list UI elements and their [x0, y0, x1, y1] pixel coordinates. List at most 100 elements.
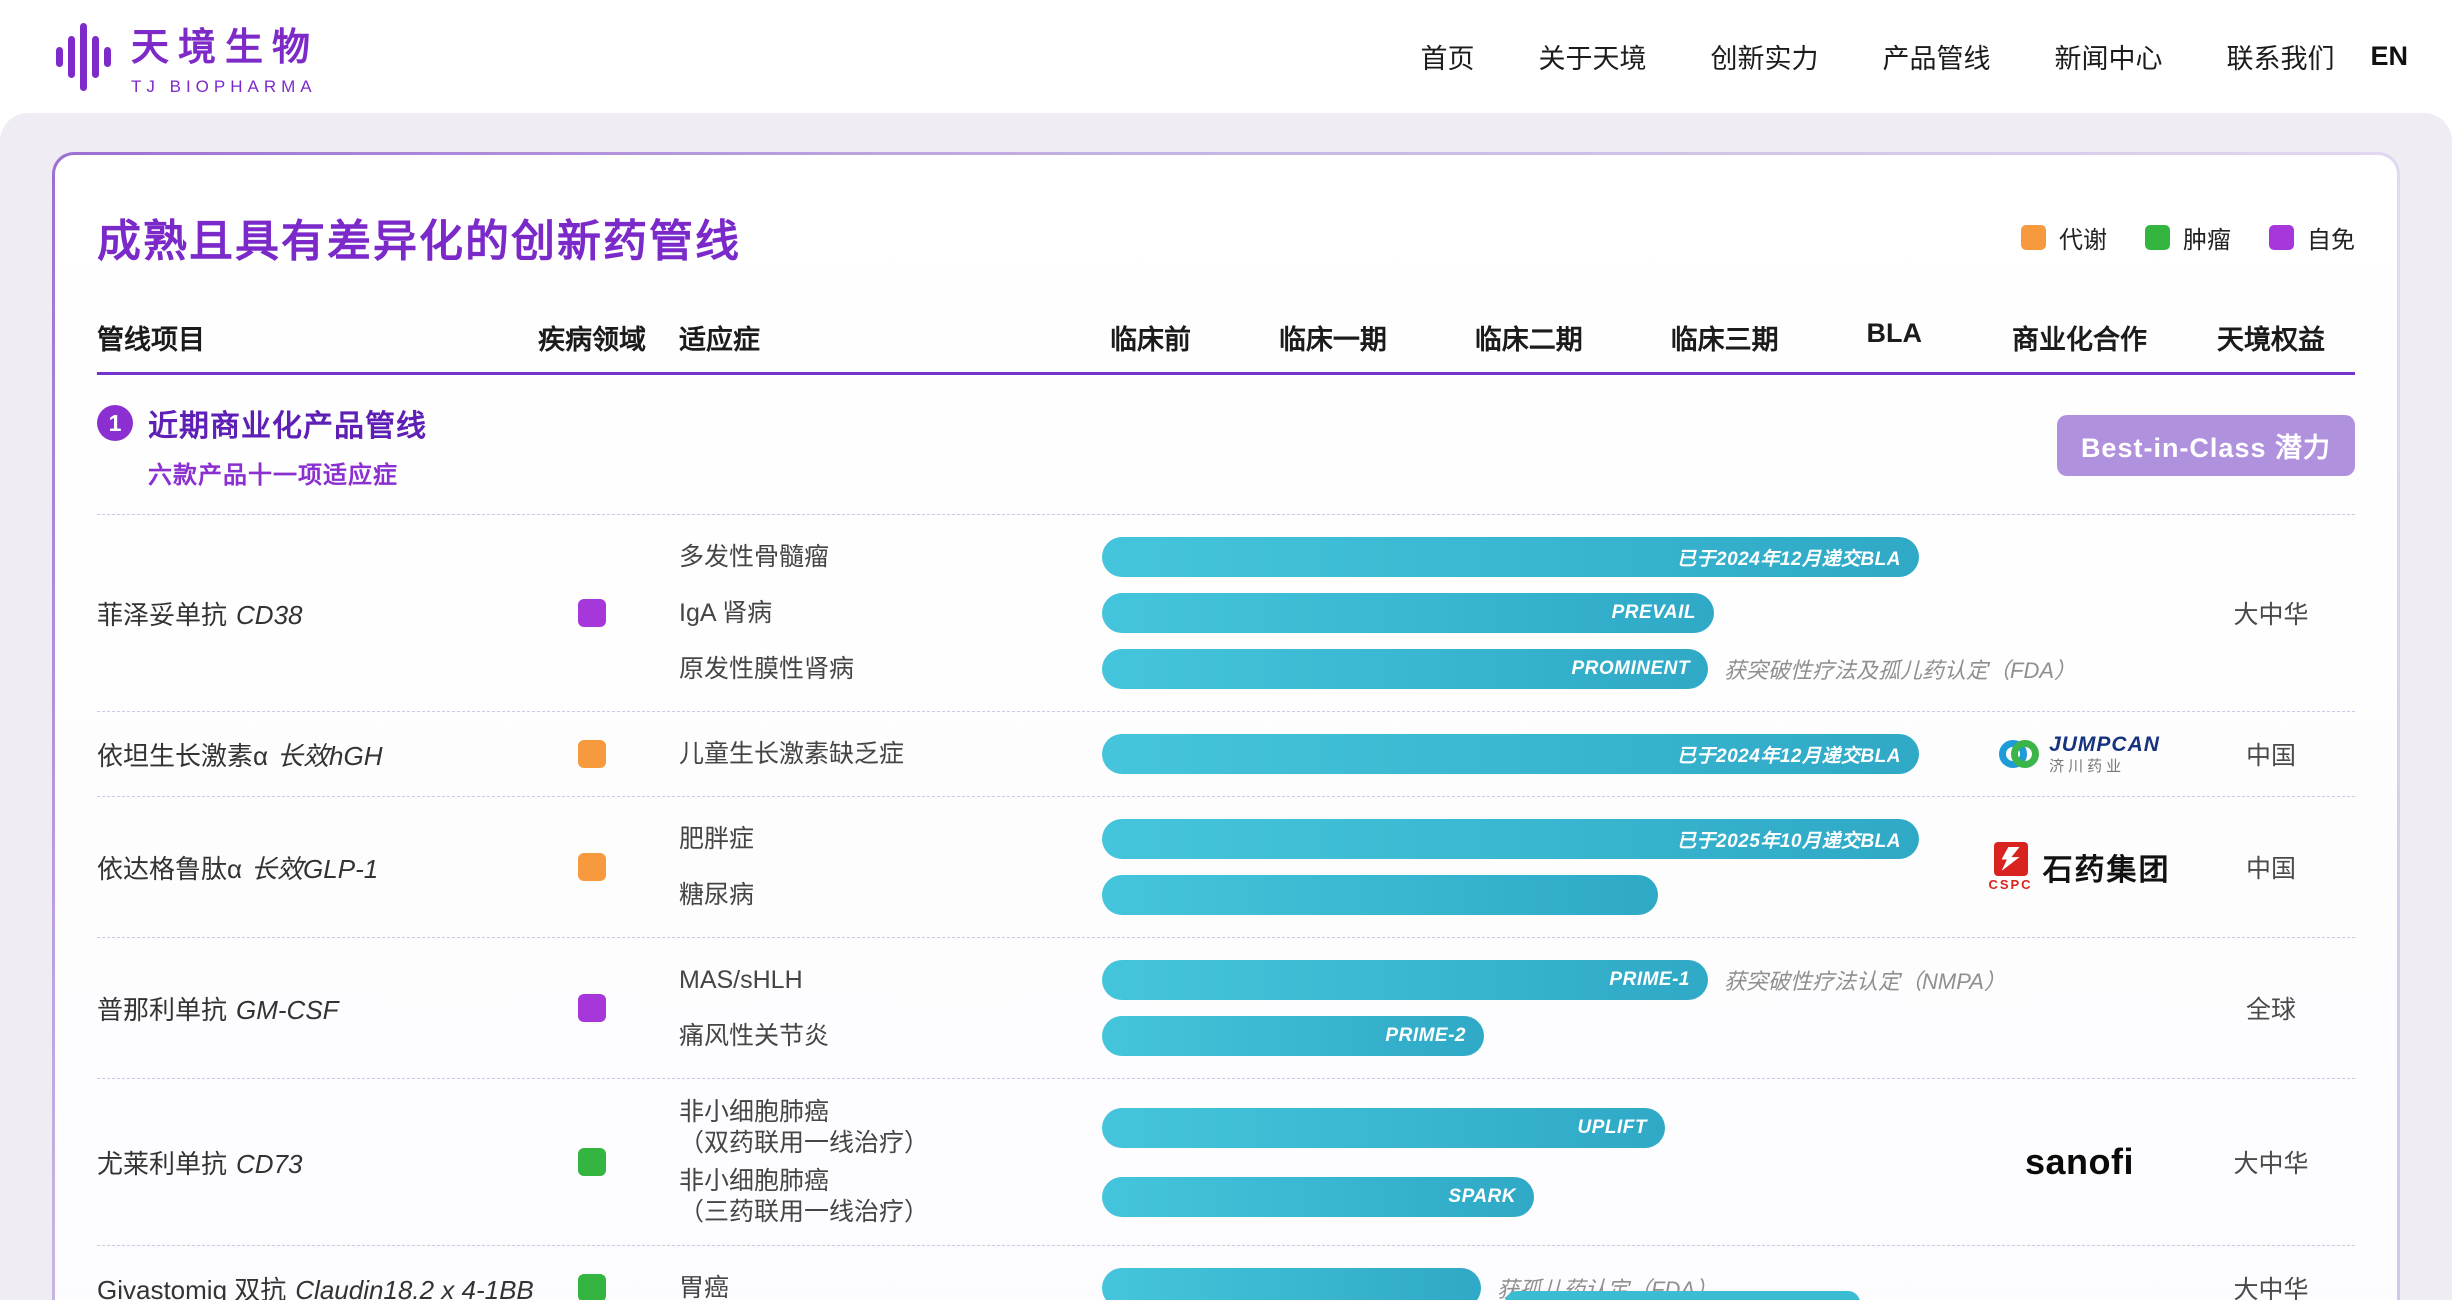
drug-name: 普那利单抗GM-CSF: [97, 990, 537, 1027]
disease-area-swatch-icon: [578, 1274, 606, 1300]
partner-cell: sanofi: [1972, 1141, 2187, 1183]
language-toggle[interactable]: EN: [2370, 41, 2408, 72]
column-header-rights: 天境权益: [2187, 318, 2355, 357]
disease-area-cell: [537, 853, 647, 881]
territory-rights: 中国: [2187, 849, 2355, 885]
phase-progress-bar: PRIME-1: [1102, 960, 1708, 1000]
best-in-class-badge: Best-in-Class 潜力: [2057, 415, 2355, 476]
indication-lines: MAS/sHLHPRIME-1获突破性疗法认定（NMPA）痛风性关节炎PRIME…: [647, 956, 1972, 1060]
indication-label: 原发性膜性肾病: [647, 654, 1102, 685]
territory-rights: 大中华: [2187, 1270, 2355, 1300]
indication-label: 儿童生长激素缺乏症: [647, 739, 1102, 770]
drug-name: 尤莱利单抗CD73: [97, 1144, 537, 1181]
pipeline-card-border: 成熟且具有差异化的创新药管线 代谢肿瘤自免 管线项目 疾病领域 适应症 临床前临…: [52, 152, 2400, 1300]
cspc-logo-text: 石药集团: [2043, 845, 2171, 889]
indication-line: 痛风性关节炎PRIME-2: [647, 1012, 1972, 1060]
site-header: 天境生物 TJ BIOPHARMA 首页 关于天境 创新实力 产品管线 新闻中心 联系我们…: [0, 0, 2452, 113]
phase-progress-bar: [1102, 875, 1658, 915]
nav-item-home[interactable]: 首页: [1420, 37, 1474, 76]
designation-note: 获突破性疗法及孤儿药认定（FDA）: [1724, 653, 2076, 685]
waveform-logo-icon: [56, 21, 111, 93]
phase-progress-bar: PREVAIL: [1102, 593, 1714, 633]
indication-line: 非小细胞肺癌（三药联用一线治疗）SPARK: [647, 1166, 1972, 1227]
phase-progress-bar: PROMINENT: [1102, 649, 1708, 689]
phase-progress-bar: SPARK: [1102, 1177, 1534, 1217]
card-title-row: 成熟且具有差异化的创新药管线 代谢 肿瘤 自免: [97, 155, 2355, 303]
header-nav-wrap: 首页 关于天境 创新实力 产品管线 新闻中心 联系我们 EN: [1420, 37, 2408, 76]
drug-target: GM-CSF: [236, 995, 339, 1025]
indication-lines: 多发性骨髓瘤已于2024年12月递交BLAIgA 肾病PREVAIL原发性膜性肾…: [647, 533, 1972, 693]
drug-target: 长效hGH: [277, 741, 382, 771]
section-subtitle: 六款产品十一项适应症: [148, 455, 427, 490]
legend-swatch-icon: [2021, 225, 2046, 250]
indication-label: 痛风性关节炎: [647, 1021, 1102, 1052]
phase-bar-zone: 已于2024年12月递交BLA: [1102, 734, 1972, 774]
legend-swatch-icon: [2145, 225, 2170, 250]
phase-progress-bar: [1102, 1268, 1481, 1300]
disease-area-swatch-icon: [578, 994, 606, 1022]
logo-name-cn: 天境生物: [131, 16, 319, 71]
company-logo[interactable]: 天境生物 TJ BIOPHARMA: [56, 16, 319, 97]
indication-lines: 儿童生长激素缺乏症已于2024年12月递交BLA: [647, 730, 1972, 778]
phase-bar-zone: 已于2025年10月递交BLA: [1102, 819, 1972, 859]
column-header-phase: 临床三期: [1671, 318, 1779, 357]
disease-area-cell: [537, 1274, 647, 1300]
column-header-phase: BLA: [1867, 318, 1923, 357]
legend-swatch-icon: [2269, 225, 2294, 250]
indication-label: MAS/sHLH: [647, 965, 1102, 996]
legend-item-metabolism: 代谢: [2021, 220, 2107, 255]
jumpcan-rings-icon: [1999, 740, 2039, 768]
column-header-phase: 临床一期: [1279, 318, 1387, 357]
column-header-project: 管线项目: [97, 318, 537, 357]
section-header-row: 1 近期商业化产品管线 六款产品十一项适应症 Best-in-Class 潜力: [97, 375, 2355, 514]
disease-area-cell: [537, 599, 647, 627]
indication-line: 肥胖症已于2025年10月递交BLA: [647, 815, 1972, 863]
drug-name: 菲泽妥单抗CD38: [97, 595, 537, 632]
jumpcan-logo: JUMPCAN济川药业: [1999, 734, 2160, 775]
indication-lines: 非小细胞肺癌（双药联用一线治疗）UPLIFT非小细胞肺癌（三药联用一线治疗）SP…: [647, 1097, 1972, 1227]
disease-area-swatch-icon: [578, 599, 606, 627]
territory-rights: 大中华: [2187, 595, 2355, 631]
designation-note: 获突破性疗法认定（NMPA）: [1724, 964, 2006, 996]
section-header-left: 1 近期商业化产品管线 六款产品十一项适应症: [97, 401, 427, 490]
drug-target: CD73: [236, 1149, 302, 1179]
pipeline-row: 菲泽妥单抗CD38 多发性骨髓瘤已于2024年12月递交BLAIgA 肾病PREV…: [97, 514, 2355, 711]
nav-item-contact[interactable]: 联系我们: [2226, 37, 2334, 76]
cspc-logo: CSPC石药集团: [1988, 842, 2170, 892]
phase-bar-zone: UPLIFT: [1102, 1108, 1972, 1148]
logo-text: 天境生物 TJ BIOPHARMA: [131, 16, 319, 97]
legend-item-autoimmune: 自免: [2269, 220, 2355, 255]
indication-line: 原发性膜性肾病PROMINENT获突破性疗法及孤儿药认定（FDA）: [647, 645, 1972, 693]
phase-progress-bar: PRIME-2: [1102, 1016, 1484, 1056]
phase-bar-zone: [1102, 875, 1972, 915]
partial-next-row-bar: [1505, 1291, 1860, 1300]
indication-label: 非小细胞肺癌（双药联用一线治疗）: [647, 1097, 1102, 1158]
sanofi-logo: sanofi: [2025, 1141, 2134, 1183]
disease-area-cell: [537, 994, 647, 1022]
pipeline-row: Givastomig 双抗Claudin18.2 x 4-1BB胃癌获孤儿药认定…: [97, 1245, 2355, 1300]
page-title: 成熟且具有差异化的创新药管线: [97, 205, 741, 269]
nav-item-about[interactable]: 关于天境: [1538, 37, 1646, 76]
indication-label: 糖尿病: [647, 880, 1102, 911]
nav-item-products[interactable]: 产品管线: [1882, 37, 1990, 76]
territory-rights: 大中华: [2187, 1144, 2355, 1180]
pipeline-row: 依达格鲁肽α长效GLP-1肥胖症已于2025年10月递交BLA糖尿病CSPC石药…: [97, 796, 2355, 937]
phase-headers: 临床前临床一期临床二期临床三期BLA: [1102, 318, 1972, 357]
pipeline-row: 普那利单抗GM-CSFMAS/sHLHPRIME-1获突破性疗法认定（NMPA）…: [97, 937, 2355, 1078]
phase-bar-zone: PROMINENT 获突破性疗法及孤儿药认定（FDA）: [1102, 649, 2076, 689]
nav-item-news[interactable]: 新闻中心: [2054, 37, 2162, 76]
phase-bar-zone: 已于2024年12月递交BLA: [1102, 537, 1972, 577]
section-title: 近期商业化产品管线: [148, 401, 427, 445]
legend-item-oncology: 肿瘤: [2145, 220, 2231, 255]
indication-label: 非小细胞肺癌（三药联用一线治疗）: [647, 1166, 1102, 1227]
indication-label: 多发性骨髓瘤: [647, 542, 1102, 573]
phase-bar-zone: PREVAIL: [1102, 593, 1972, 633]
pipeline-row: 依坦生长激素α长效hGH儿童生长激素缺乏症已于2024年12月递交BLAJUMP…: [97, 711, 2355, 796]
drug-target: CD38: [236, 600, 302, 630]
cspc-mark-icon: CSPC: [1988, 842, 2032, 892]
phase-progress-bar: UPLIFT: [1102, 1108, 1665, 1148]
column-header-partner: 商业化合作: [1972, 318, 2187, 357]
drug-target: 长效GLP-1: [251, 854, 378, 884]
partner-cell: CSPC石药集团: [1972, 842, 2187, 892]
nav-item-innovation[interactable]: 创新实力: [1710, 37, 1818, 76]
